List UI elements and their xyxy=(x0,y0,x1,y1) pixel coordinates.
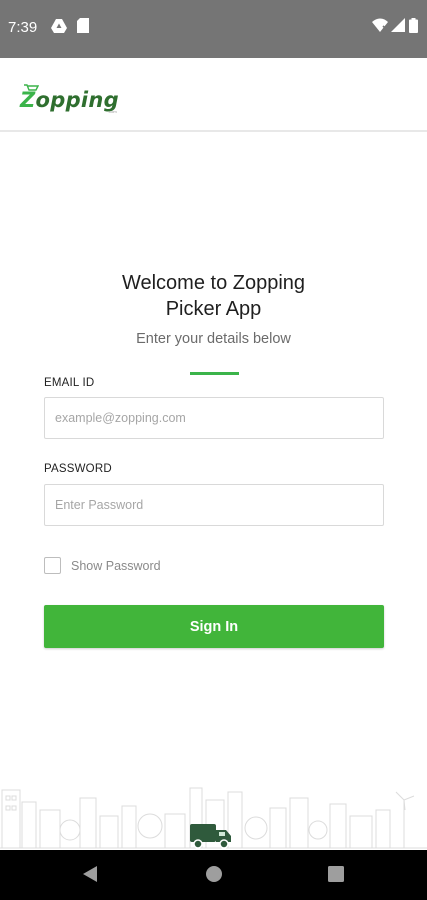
show-password-label[interactable]: Show Password xyxy=(71,559,161,573)
email-field[interactable] xyxy=(45,398,383,438)
city-skyline-illustration xyxy=(0,787,427,849)
password-field-box xyxy=(44,484,384,526)
password-field[interactable] xyxy=(45,485,383,525)
wifi-icon xyxy=(372,18,388,37)
title-underline xyxy=(190,372,239,375)
status-time: 7:39 xyxy=(8,19,38,36)
app-header: Zopping .com xyxy=(0,68,427,132)
show-password-checkbox[interactable] xyxy=(44,557,61,574)
battery-icon xyxy=(409,18,418,38)
sd-card-icon xyxy=(77,18,89,38)
home-icon[interactable] xyxy=(205,865,223,888)
signal-icon xyxy=(391,18,405,37)
drive-icon xyxy=(51,18,67,39)
page-title: Welcome to Zopping Picker App xyxy=(121,272,306,320)
status-bar: 7:39 xyxy=(0,0,427,58)
logo-sub: .com xyxy=(108,109,117,114)
delivery-van-icon xyxy=(190,824,231,849)
email-field-box xyxy=(44,397,384,439)
sign-in-button[interactable]: Sign In xyxy=(44,605,384,648)
recents-icon[interactable] xyxy=(328,865,344,888)
password-label: PASSWORD xyxy=(44,463,112,475)
navigation-bar xyxy=(0,850,427,900)
page-subtitle: Enter your details below xyxy=(136,331,291,347)
email-label: EMAIL ID xyxy=(44,377,95,389)
back-icon[interactable] xyxy=(82,865,98,888)
